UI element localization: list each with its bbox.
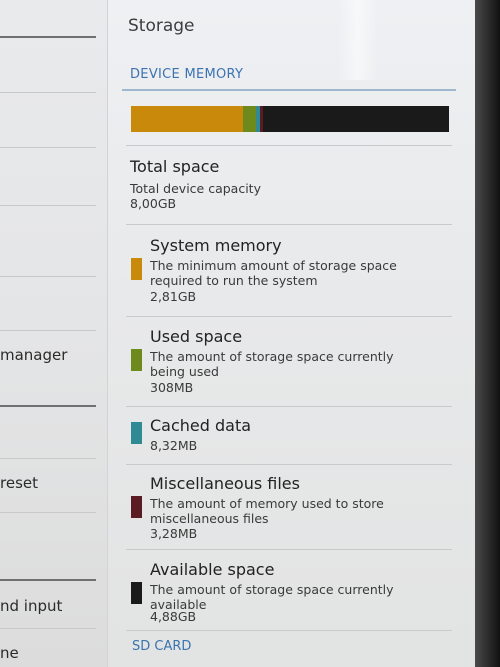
system-memory-swatch xyxy=(131,258,142,280)
sidebar-divider xyxy=(0,628,96,629)
sidebar-divider xyxy=(0,330,96,331)
settings-sidebar: manager reset nd input ne xyxy=(0,0,107,667)
sidebar-item-manager[interactable]: manager xyxy=(0,346,67,364)
used-space-swatch xyxy=(131,349,142,371)
misc-files-desc: The amount of memory used to store misce… xyxy=(150,496,384,526)
item-divider xyxy=(126,316,452,317)
sidebar-divider xyxy=(0,36,96,38)
sidebar-divider xyxy=(0,92,96,93)
item-divider xyxy=(126,406,452,407)
bar-segment-available xyxy=(263,106,449,132)
misc-files-swatch xyxy=(131,496,142,518)
available-space-desc: The amount of storage space currently av… xyxy=(150,582,394,612)
sidebar-item-reset[interactable]: reset xyxy=(0,474,38,492)
used-space-desc: The amount of storage space currently be… xyxy=(150,349,394,379)
storage-usage-bar xyxy=(131,106,449,132)
cached-data-title: Cached data xyxy=(150,416,252,435)
item-divider xyxy=(126,464,452,465)
sidebar-item-input[interactable]: nd input xyxy=(0,597,62,615)
system-memory-title: System memory xyxy=(150,236,282,255)
misc-files-title: Miscellaneous files xyxy=(150,474,300,493)
bar-segment-system xyxy=(131,106,243,132)
total-space-subtitle: Total device capacity xyxy=(130,181,261,196)
sidebar-divider xyxy=(0,512,96,513)
sidebar-divider xyxy=(0,147,96,148)
page-title: Storage xyxy=(128,16,195,36)
system-memory-desc: The minimum amount of storage space requ… xyxy=(150,258,397,288)
used-space-value: 308MB xyxy=(150,380,194,395)
system-memory-value: 2,81GB xyxy=(150,289,197,304)
sidebar-divider xyxy=(0,276,96,277)
available-space-value: 4,88GB xyxy=(150,609,197,624)
sidebar-divider xyxy=(0,205,96,206)
item-divider xyxy=(126,145,452,146)
screen-glare xyxy=(338,0,378,80)
sidebar-divider xyxy=(0,405,96,407)
total-space-value: 8,00GB xyxy=(130,196,177,211)
sd-card-header: SD CARD xyxy=(132,639,192,654)
sidebar-divider xyxy=(0,458,96,459)
item-divider xyxy=(126,549,452,550)
total-space-title: Total space xyxy=(130,157,220,176)
cached-data-value: 8,32MB xyxy=(150,438,198,453)
bar-segment-used xyxy=(243,106,256,132)
item-divider xyxy=(126,224,452,225)
sidebar-divider xyxy=(0,579,96,581)
sidebar-item-ne[interactable]: ne xyxy=(0,644,19,662)
available-space-swatch xyxy=(131,582,142,604)
item-divider xyxy=(126,630,452,631)
available-space-title: Available space xyxy=(150,560,275,579)
device-bezel xyxy=(475,0,500,667)
misc-files-value: 3,28MB xyxy=(150,526,198,541)
storage-pane: Storage DEVICE MEMORY Total space Total … xyxy=(107,0,476,667)
used-space-title: Used space xyxy=(150,327,243,346)
section-divider xyxy=(122,89,456,91)
device-memory-header: DEVICE MEMORY xyxy=(130,67,244,82)
cached-data-swatch xyxy=(131,422,142,444)
